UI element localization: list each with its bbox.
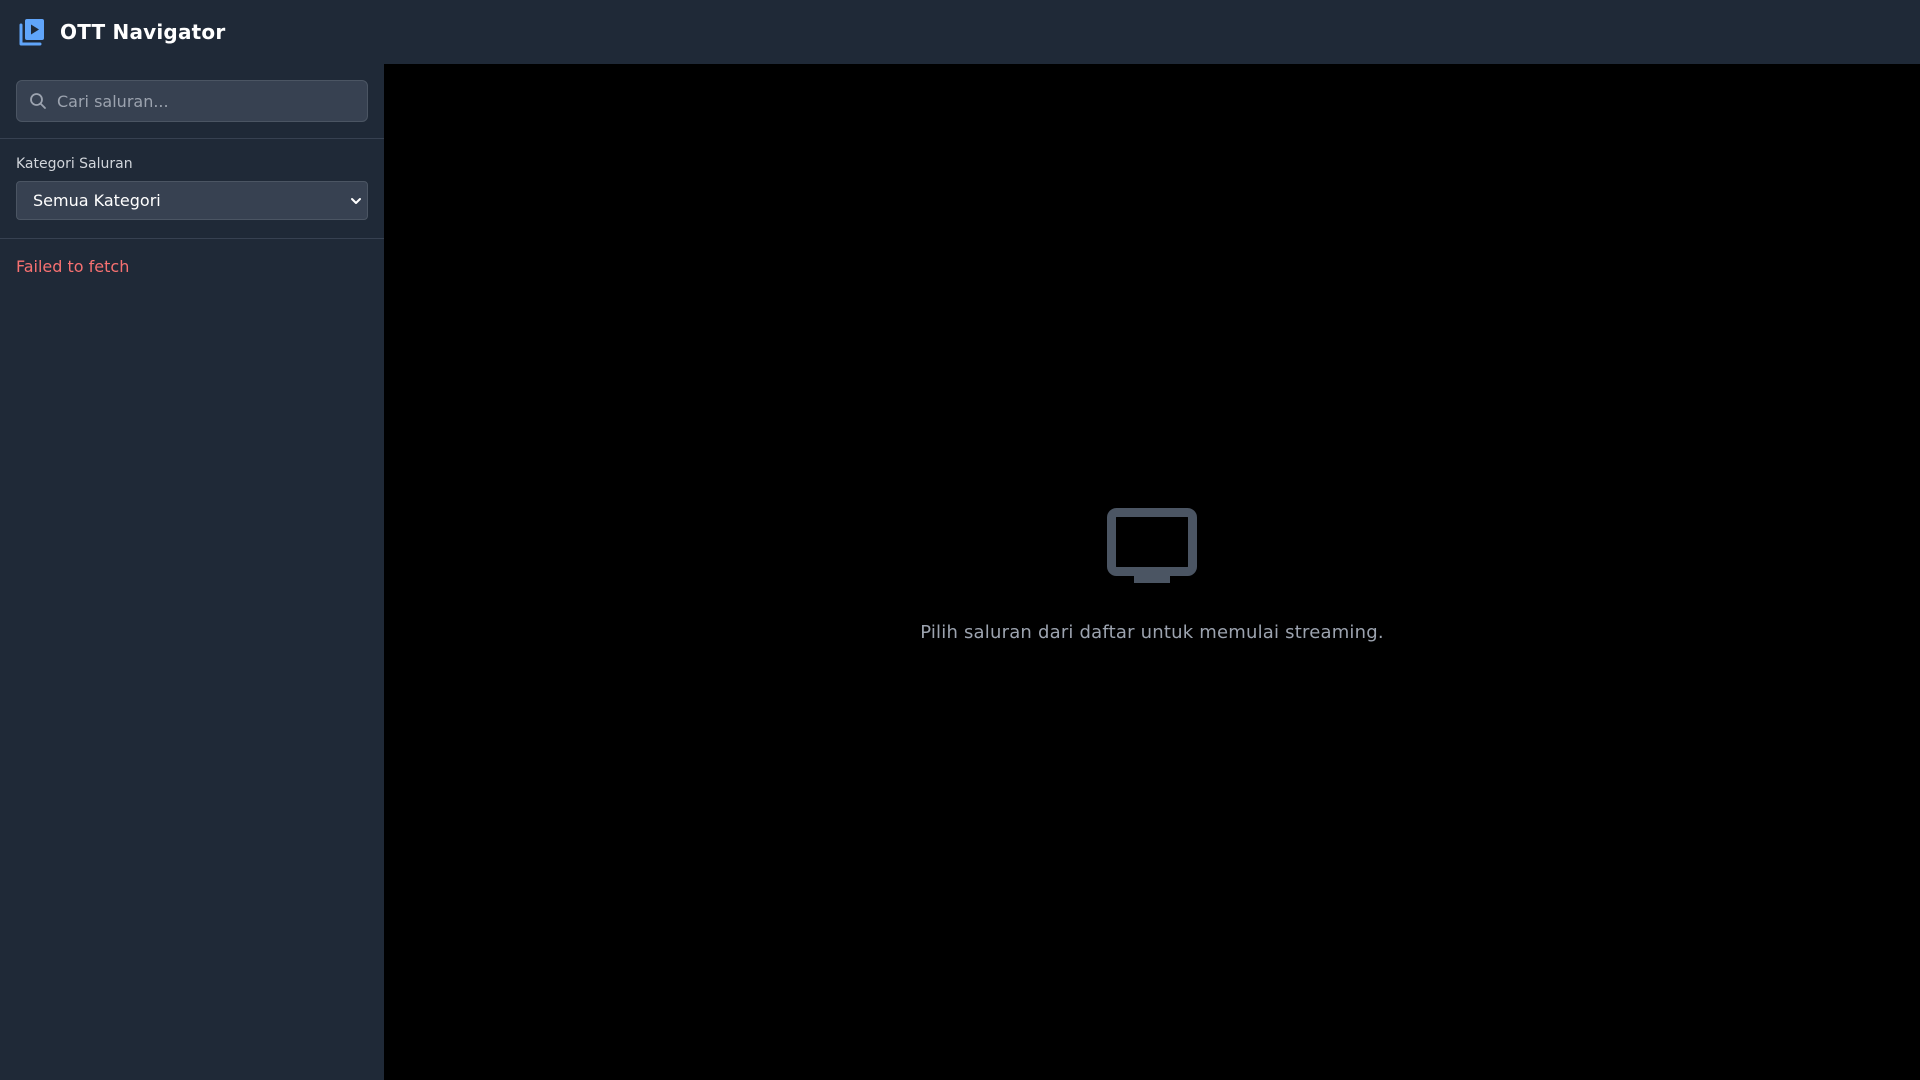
search-input[interactable] [16,80,368,122]
category-select[interactable]: Semua Kategori [16,181,368,220]
search-icon [30,93,46,109]
empty-state-message: Pilih saluran dari daftar untuk memulai … [920,622,1384,643]
sidebar: Kategori Saluran Semua Kategori Failed t… [0,64,384,1080]
play-library-icon [19,19,44,46]
chevron-down-icon [351,198,361,204]
app-title: OTT Navigator [60,20,226,44]
category-label: Kategori Saluran [16,156,133,172]
error-message: Failed to fetch [16,257,130,276]
search-box [16,80,368,122]
empty-state: Pilih saluran dari daftar untuk memulai … [384,508,1920,643]
category-selected-value: Semua Kategori [33,191,161,210]
search-section [0,64,384,139]
app-header: OTT Navigator [0,0,1920,64]
category-section: Kategori Saluran Semua Kategori [0,139,384,239]
error-section: Failed to fetch [0,239,384,292]
player-area: Pilih saluran dari daftar untuk memulai … [384,64,1920,1080]
tv-icon [1107,508,1197,583]
